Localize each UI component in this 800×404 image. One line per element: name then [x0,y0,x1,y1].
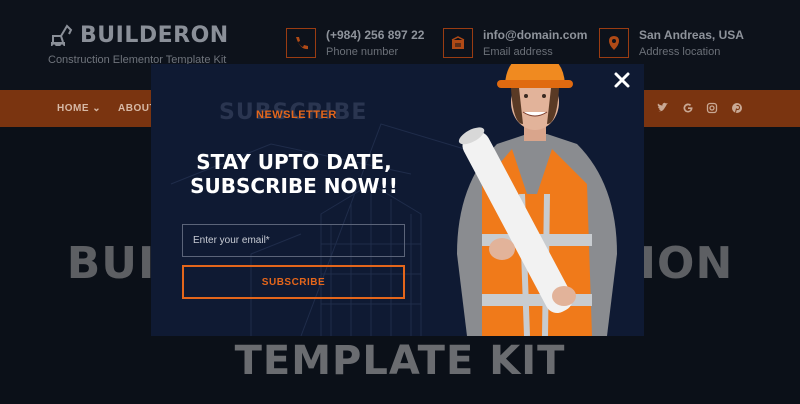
phone-label: Phone number [326,46,399,58]
logo[interactable]: BUILDERON [48,22,229,48]
chevron-down-icon: ⌄ [92,103,102,114]
phone-icon [286,28,316,58]
email-label: Email address [483,46,553,58]
instagram-icon[interactable] [705,101,719,115]
construction-worker-image [457,64,617,336]
nav-item-home[interactable]: HOME ⌄ [57,103,101,114]
mail-icon [443,28,473,58]
logo-text: BUILDERON [80,22,229,48]
contact-address[interactable]: San Andreas, USA Address location [599,28,744,58]
subscribe-button[interactable]: SUBSCRIBE [182,265,405,299]
twitter-icon[interactable] [656,101,670,115]
close-icon[interactable] [613,71,631,89]
contact-phone[interactable]: (+984) 256 897 22 Phone number [286,28,424,58]
newsletter-popup: SUBSCRIBE NEWSLETTER STAY UPTO DATE, SUB… [151,64,644,336]
address-value: San Andreas, USA [639,28,744,42]
email-value: info@domain.com [483,28,588,42]
newsletter-eyebrow: NEWSLETTER [256,109,337,121]
pinterest-icon[interactable] [730,101,744,115]
location-pin-icon [599,28,629,58]
phone-value: (+984) 256 897 22 [326,28,425,42]
google-icon[interactable] [681,101,695,115]
excavator-icon [51,24,73,48]
contact-email[interactable]: info@domain.com Email address [443,28,587,58]
popup-headline-line-1: STAY UPTO DATE, [196,150,392,174]
hero-title-line-3: TEMPLATE KIT [234,338,566,384]
popup-headline-line-2: SUBSCRIBE NOW!! [190,174,398,198]
email-input[interactable] [182,224,405,257]
nav-item-home-label: HOME [57,103,89,114]
address-label: Address location [639,46,721,58]
